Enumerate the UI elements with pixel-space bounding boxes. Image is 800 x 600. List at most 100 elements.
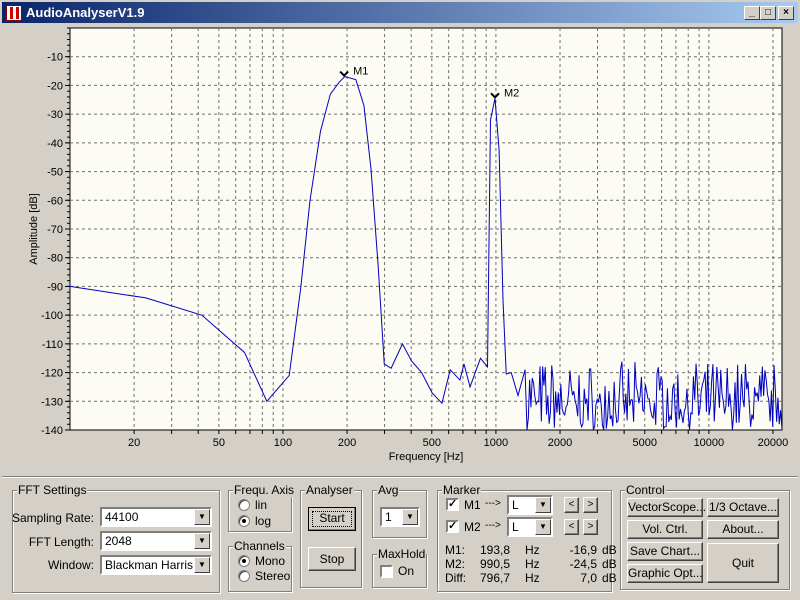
start-button[interactable]: Start	[308, 507, 356, 531]
arrow-label: --->	[485, 520, 501, 531]
m2-channel-value: L	[512, 520, 519, 534]
chevron-down-icon[interactable]: ▼	[535, 519, 551, 535]
log-radio[interactable]	[238, 515, 250, 527]
group-title: Avg	[377, 483, 400, 497]
marker-row-db-unit: dB	[602, 543, 617, 557]
sampling-rate-select[interactable]: 44100 ▼	[100, 507, 212, 527]
minimize-button[interactable]: _	[744, 6, 760, 20]
y-tick-label: -70	[47, 224, 63, 236]
maxhold-on-label: On	[398, 564, 415, 578]
marker-row-db: -24,5	[569, 557, 597, 571]
stereo-radio[interactable]	[238, 570, 250, 582]
stop-button[interactable]: Stop	[308, 547, 356, 571]
window-select[interactable]: Blackman Harris ▼	[100, 555, 212, 575]
marker-label: M2	[504, 87, 519, 99]
spectrum-chart: -10 -20 -30 -40 -50 -60 -70 -80 -90 -100 -110 -120 -…	[28, 27, 789, 463]
y-tick-label: -80	[47, 253, 63, 265]
stereo-label: Stereo	[255, 569, 291, 583]
group-title: Analyser	[305, 483, 354, 497]
analyser-group: Analyser	[300, 483, 362, 588]
window-label: Window:	[47, 558, 94, 572]
avg-value: 1	[385, 510, 392, 524]
fft-length-value: 2048	[105, 534, 132, 548]
divider	[2, 476, 798, 478]
marker-row-name: M1:	[445, 543, 466, 557]
x-tick-label: 5000	[633, 437, 657, 449]
group-title: Control	[625, 483, 666, 497]
y-tick-label: -120	[41, 368, 63, 380]
m1-prev-button[interactable]: <	[564, 497, 579, 513]
marker-row-name: Diff:	[445, 571, 467, 585]
marker-row-hz-unit: Hz	[525, 571, 540, 585]
marker-row-db: -16,9	[569, 543, 597, 557]
y-tick-label: -100	[41, 310, 63, 322]
m2-prev-button[interactable]: <	[564, 519, 579, 535]
graphic-options-button[interactable]: Graphic Opt...	[627, 564, 703, 583]
lin-radio[interactable]	[238, 499, 250, 511]
marker-label: M1	[353, 66, 368, 78]
x-tick-label: 20	[128, 437, 140, 449]
chevron-down-icon[interactable]: ▼	[402, 509, 418, 525]
marker-row-db: 7,0	[580, 571, 597, 585]
x-tick-label: 20000	[758, 437, 789, 449]
y-axis-label: Amplitude [dB]	[28, 193, 40, 265]
vectorscope-button[interactable]: VectorScope...	[627, 498, 706, 517]
marker-row-freq: 796,7	[479, 571, 510, 585]
group-title: Marker	[442, 483, 482, 497]
chevron-down-icon[interactable]: ▼	[535, 497, 551, 513]
x-tick-label: 200	[338, 437, 356, 449]
window-title: AudioAnalyserV1.9	[26, 5, 145, 20]
marker-row-name: M2:	[445, 557, 466, 571]
x-tick-label: 10000	[694, 437, 725, 449]
third-octave-button[interactable]: 1/3 Octave...	[707, 498, 779, 517]
m1-checkbox[interactable]: ✓	[446, 498, 459, 511]
marker-row-db-unit: dB	[602, 557, 617, 571]
fft-length-select[interactable]: 2048 ▼	[100, 531, 212, 551]
y-tick-label: -20	[47, 80, 63, 92]
close-button[interactable]: ×	[778, 6, 794, 20]
maxhold-checkbox[interactable]	[380, 565, 393, 578]
mono-radio[interactable]	[238, 555, 250, 567]
y-tick-label: -40	[47, 138, 63, 150]
y-tick-label: -90	[47, 281, 63, 293]
window-value: Blackman Harris	[105, 558, 194, 572]
m1-channel-value: L	[512, 498, 519, 512]
m2-label: M2	[464, 520, 481, 534]
sampling-rate-label: Sampling Rate:	[11, 511, 94, 525]
y-tick-label: -60	[47, 195, 63, 207]
m2-channel-select[interactable]: L ▼	[507, 517, 553, 537]
m1-label: M1	[464, 498, 481, 512]
x-tick-label: 1000	[484, 437, 508, 449]
y-tick-label: -110	[42, 339, 63, 351]
quit-button[interactable]: Quit	[707, 543, 779, 583]
y-tick-label: -30	[47, 109, 63, 121]
arrow-label: --->	[485, 498, 501, 509]
fft-length-label: FFT Length:	[28, 535, 94, 549]
x-axis-label: Frequency [Hz]	[389, 451, 464, 463]
m1-channel-select[interactable]: L ▼	[507, 495, 553, 515]
y-tick-label: -130	[41, 396, 63, 408]
marker-row-freq: 193,8	[479, 543, 510, 557]
about-button[interactable]: About...	[707, 520, 779, 539]
x-tick-label: 100	[274, 437, 292, 449]
chevron-down-icon[interactable]: ▼	[194, 557, 210, 573]
chevron-down-icon[interactable]: ▼	[194, 509, 210, 525]
app-icon	[6, 5, 22, 21]
m2-next-button[interactable]: >	[583, 519, 598, 535]
avg-select[interactable]: 1 ▼	[380, 507, 420, 527]
marker-row-freq: 990,5	[479, 557, 510, 571]
y-tick-label: -50	[47, 167, 63, 179]
maximize-button[interactable]: □	[760, 6, 776, 20]
x-tick-label: 2000	[548, 437, 572, 449]
m2-checkbox[interactable]: ✓	[446, 520, 459, 533]
group-title: FFT Settings	[17, 483, 88, 497]
save-chart-button[interactable]: Save Chart...	[627, 542, 703, 561]
y-tick-label: -140	[41, 425, 63, 437]
lin-label: lin	[255, 498, 268, 512]
group-title: Frequ. Axis	[233, 483, 296, 497]
chevron-down-icon[interactable]: ▼	[194, 533, 210, 549]
title-bar: AudioAnalyserV1.9 _ □ ×	[0, 0, 800, 23]
vol-ctrl-button[interactable]: Vol. Ctrl.	[627, 520, 703, 539]
m1-next-button[interactable]: >	[583, 497, 598, 513]
marker-row-db-unit: dB	[602, 571, 617, 585]
